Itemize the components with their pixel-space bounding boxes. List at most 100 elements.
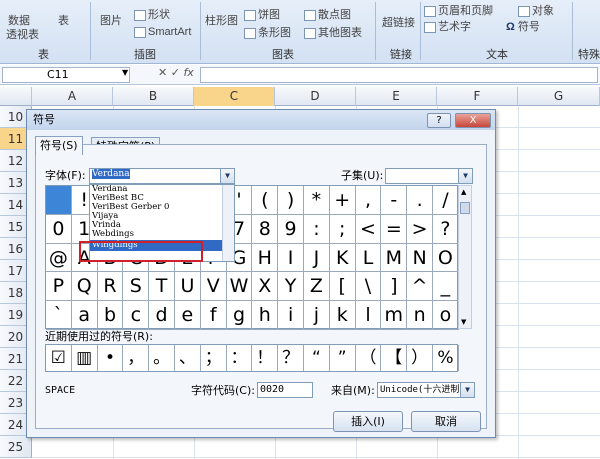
bar-chart-button[interactable]: 条形图 xyxy=(244,24,291,40)
symbol-cell[interactable]: R xyxy=(97,272,124,302)
column-header-g[interactable]: G xyxy=(518,87,600,106)
pie-chart-button[interactable]: 饼图 xyxy=(244,6,280,22)
subset-select[interactable]: ▼ xyxy=(385,168,473,184)
recent-symbol-cell[interactable]: 。 xyxy=(149,345,175,371)
scroll-down-icon[interactable]: ▼ xyxy=(461,318,466,326)
symbol-cell[interactable]: d xyxy=(149,301,175,330)
scroll-thumb[interactable] xyxy=(460,202,470,214)
symbol-cell[interactable]: @ xyxy=(46,243,72,273)
column-chart-button[interactable]: 柱形图 xyxy=(205,12,238,28)
symbol-cell[interactable]: : xyxy=(304,214,330,244)
symbol-cell[interactable]: ) xyxy=(278,186,304,215)
other-charts-button[interactable]: 其他图表 xyxy=(304,24,362,40)
symbol-cell[interactable]: W xyxy=(226,272,253,302)
symbol-cell[interactable]: n xyxy=(407,301,433,330)
symbol-cell[interactable]: + xyxy=(329,186,356,215)
symbol-cell[interactable]: - xyxy=(381,186,408,215)
column-header-b[interactable]: B xyxy=(113,87,194,106)
symbol-cell[interactable]: 9 xyxy=(278,214,304,244)
recent-symbol-cell[interactable]: “ xyxy=(304,345,330,371)
symbol-cell[interactable]: k xyxy=(329,301,356,330)
recent-symbol-cell[interactable]: % xyxy=(433,345,459,371)
recent-symbol-cell[interactable]: ” xyxy=(330,345,356,371)
cancel-button[interactable]: 取消 xyxy=(411,411,481,432)
header-footer-button[interactable]: 页眉和页脚 xyxy=(424,2,493,18)
recent-symbol-cell[interactable]: ？ xyxy=(278,345,304,371)
name-box-dropdown-icon[interactable]: ▼ xyxy=(122,68,128,77)
symbol-cell[interactable]: O xyxy=(433,243,459,273)
char-code-input[interactable]: 0020 xyxy=(257,382,313,398)
object-button[interactable]: 对象 xyxy=(518,2,554,18)
from-select[interactable]: Unicode(十六进制) ▼ xyxy=(377,382,475,398)
symbol-cell[interactable]: < xyxy=(355,214,382,244)
symbol-cell[interactable]: . xyxy=(407,186,433,215)
symbol-cell[interactable]: I xyxy=(278,243,304,273)
recent-symbol-cell[interactable]: ▥ xyxy=(72,345,98,371)
symbol-cell[interactable]: g xyxy=(226,301,253,330)
recent-symbol-cell[interactable]: ☑ xyxy=(46,345,72,371)
recent-symbol-cell[interactable]: ： xyxy=(227,345,253,371)
recent-symbol-cell[interactable]: • xyxy=(98,345,124,371)
recent-symbol-cell[interactable]: ， xyxy=(123,345,150,371)
scroll-up-icon[interactable]: ▲ xyxy=(461,188,466,196)
symbol-cell[interactable]: e xyxy=(175,301,201,330)
recent-symbol-cell[interactable]: ！ xyxy=(252,345,279,371)
column-header-d[interactable]: D xyxy=(275,87,356,106)
symbol-cell[interactable]: j xyxy=(304,301,330,330)
symbol-cell[interactable]: m xyxy=(381,301,408,330)
symbol-cell[interactable]: Q xyxy=(71,272,98,302)
recent-symbol-cell[interactable]: （ xyxy=(356,345,382,371)
symbol-button[interactable]: Ω 符号 xyxy=(506,18,540,34)
symbol-cell[interactable]: o xyxy=(433,301,459,330)
recent-symbol-cell[interactable]: 、 xyxy=(175,345,201,371)
symbol-cell[interactable]: V xyxy=(200,272,227,302)
symbol-cell[interactable]: U xyxy=(175,272,201,302)
symbol-cell[interactable] xyxy=(46,186,72,215)
symbol-cell[interactable]: > xyxy=(407,214,433,244)
chevron-down-icon[interactable]: ▼ xyxy=(220,169,234,183)
close-button[interactable]: X xyxy=(455,113,491,128)
column-header-c[interactable]: C xyxy=(194,87,275,106)
recent-symbol-cell[interactable]: ； xyxy=(201,345,227,371)
hyperlink-button[interactable]: 超链接 xyxy=(382,14,415,30)
symbol-cell[interactable]: ; xyxy=(329,214,356,244)
symbol-cell[interactable]: l xyxy=(355,301,382,330)
recent-symbol-cell[interactable]: ） xyxy=(407,345,433,371)
font-select[interactable]: Verdana ▼ xyxy=(89,168,235,184)
cancel-formula-icon[interactable]: ✕ xyxy=(158,66,167,79)
symbol-cell[interactable]: , xyxy=(355,186,382,215)
symbol-cell[interactable]: b xyxy=(97,301,124,330)
smartart-button[interactable]: SmartArt xyxy=(134,26,191,38)
symbol-cell[interactable]: \ xyxy=(355,272,382,302)
name-box[interactable]: C11 xyxy=(2,67,130,83)
help-button[interactable]: ? xyxy=(427,113,451,128)
symbol-cell[interactable]: ] xyxy=(381,272,408,302)
recent-symbol-cell[interactable]: 【 xyxy=(381,345,408,371)
select-all-corner[interactable] xyxy=(0,87,32,106)
symbol-cell[interactable]: J xyxy=(304,243,330,273)
symbol-cell[interactable]: i xyxy=(278,301,304,330)
symbol-cell[interactable]: Y xyxy=(278,272,304,302)
column-header-a[interactable]: A xyxy=(32,87,113,106)
font-list-scrollbar[interactable] xyxy=(222,185,234,261)
symbol-cell[interactable]: N xyxy=(407,243,433,273)
chevron-down-icon[interactable]: ▼ xyxy=(460,383,474,397)
insert-function-button[interactable]: fx xyxy=(183,66,193,79)
wordart-button[interactable]: 艺术字 xyxy=(424,18,471,34)
chevron-down-icon[interactable]: ▼ xyxy=(458,169,472,183)
symbol-cell[interactable]: 8 xyxy=(252,214,279,244)
symbol-cell[interactable]: L xyxy=(355,243,382,273)
symbol-cell[interactable]: [ xyxy=(329,272,356,302)
symbol-cell[interactable]: S xyxy=(123,272,150,302)
scatter-chart-button[interactable]: 散点图 xyxy=(304,6,351,22)
column-header-f[interactable]: F xyxy=(437,87,518,106)
column-header-e[interactable]: E xyxy=(356,87,437,106)
dialog-titlebar[interactable]: 符号 ? X xyxy=(27,110,495,130)
font-list-item[interactable]: Webdings xyxy=(90,230,234,239)
symbol-cell[interactable]: M xyxy=(381,243,408,273)
symbol-cell[interactable]: ? xyxy=(433,214,459,244)
row-header-25[interactable]: 25 xyxy=(0,436,32,458)
symbol-cell[interactable]: T xyxy=(149,272,175,302)
insert-button[interactable]: 插入(I) xyxy=(333,411,403,432)
symbol-cell[interactable]: = xyxy=(381,214,408,244)
